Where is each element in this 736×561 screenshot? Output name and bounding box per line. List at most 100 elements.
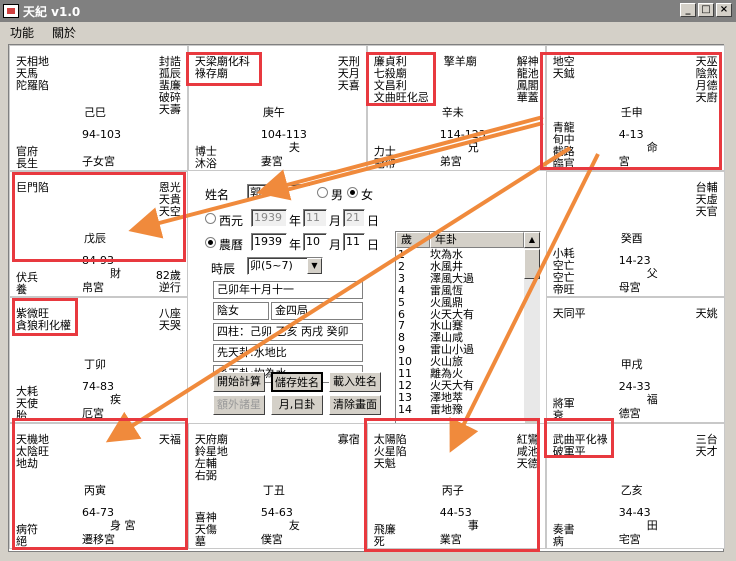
minor-star: 台輔 xyxy=(695,181,718,194)
minor-star: 天福 xyxy=(158,433,181,446)
lunar-radio[interactable] xyxy=(205,237,216,248)
close-button[interactable]: × xyxy=(716,3,732,17)
age-range: 104-113 xyxy=(260,128,307,141)
chevron-down-icon[interactable]: ▼ xyxy=(307,258,322,274)
western-radio[interactable] xyxy=(205,213,216,224)
main-star: 太陽陷 xyxy=(373,433,407,446)
calculate-button[interactable]: 開始計算 xyxy=(213,372,265,392)
house-label: 宅宮 xyxy=(618,533,641,546)
female-radio[interactable] xyxy=(347,187,358,198)
spirit-label: 將軍 xyxy=(552,397,575,410)
lunar-label: 農曆 xyxy=(219,238,244,252)
male-radio[interactable] xyxy=(317,187,328,198)
list-item[interactable]: 14 雷地豫 xyxy=(398,403,463,416)
main-star: 武曲平化祿 xyxy=(552,433,608,446)
spirit-label: 沐浴 xyxy=(194,157,217,170)
app-icon xyxy=(3,4,19,18)
minimize-button[interactable]: _ xyxy=(680,3,696,17)
house-label: 母宮 xyxy=(618,281,641,294)
palace-丁卯: 紫微旺 貪狼利化權 八座 天哭 丁卯 74-83 大耗 天使胎 厄宮疾 xyxy=(9,297,188,423)
minor-star: 咸池 xyxy=(516,445,539,458)
minor-star: 孤辰 xyxy=(158,67,181,80)
extra-stars-button[interactable]: 額外諸星 xyxy=(213,395,265,415)
western-day-input[interactable]: 21 xyxy=(343,209,365,227)
minor-star: 天月 xyxy=(337,67,360,80)
minor-star: 天貴 xyxy=(158,193,181,206)
main-star: 貪狼利化權 xyxy=(16,319,71,332)
palace-戊辰: 巨門陷 恩光 天貴 天空 戊辰 84-93 伏兵養 帛宮財 82歲 逆行 xyxy=(9,171,188,297)
minor-star: 破碎 xyxy=(158,91,181,104)
main-star: 文昌利 xyxy=(373,79,407,92)
age-range: 114-123 xyxy=(439,128,486,141)
scroll-up-icon[interactable]: ▲ xyxy=(524,232,540,248)
house-prefix: 夫 xyxy=(288,141,300,154)
main-star: 天鉞 xyxy=(552,67,575,80)
palace-辛未: 廉貞利 七殺廟 文昌利 文曲旺化忌 擎羊廟 解神 龍池 鳳閣 華蓋 辛未 114-123 力士 冠帶 弟宮… xyxy=(366,45,546,171)
house-prefix: 福 xyxy=(646,393,658,406)
hexagram-header[interactable]: 年卦 xyxy=(430,232,524,248)
maximize-button[interactable]: □ xyxy=(698,3,714,17)
minor-star: 天巫 xyxy=(695,55,718,68)
spirit-label: 官府 xyxy=(16,145,38,158)
spirit-label: 博士 xyxy=(194,145,217,158)
minor-star: 陰煞 xyxy=(695,67,718,80)
scroll-thumb[interactable] xyxy=(524,249,540,279)
lunar-year-input[interactable]: 1939 xyxy=(251,233,287,251)
spirit-label: 飛廉 xyxy=(373,523,396,536)
menu-bar: 功能 關於 xyxy=(0,22,736,42)
menu-about[interactable]: 關於 xyxy=(52,24,76,41)
list-scrollbar[interactable]: ▲ ▼ xyxy=(524,232,540,436)
hexagram-list[interactable]: 歲 年卦 ▲ ▼ 1坎為水2水風井3澤風大過4雷風恆5火風鼎6火天大有7水山蹇8… xyxy=(395,231,541,437)
western-label: 西元 xyxy=(219,214,244,228)
palace-庚午: 天梁廟化科 祿存廟 天刑 天月 天喜 庚午 104-113 博士 沐浴 妻宮夫 xyxy=(187,45,367,171)
palace-甲戌: 天同平 天姚 甲戌 24-33 將軍衰 德宮福 xyxy=(545,297,725,423)
lunar-day-input[interactable]: 11 xyxy=(343,233,365,251)
hour-select[interactable]: 卯(5~7) ▼ xyxy=(247,257,323,275)
element-text: 金四局 xyxy=(271,302,363,320)
save-name-button[interactable]: 儲存姓名 xyxy=(271,372,323,392)
name-input[interactable]: 郭 xyxy=(247,184,311,202)
house-label: 遷移宮 xyxy=(82,533,115,546)
house-prefix: 身 宮 xyxy=(110,519,136,532)
minor-star: 天廚 xyxy=(695,91,718,104)
month-day-hexagram-button[interactable]: 月,日卦 xyxy=(271,395,323,415)
minor-star: 天喜 xyxy=(337,79,360,92)
main-star: 天相地 xyxy=(16,55,49,68)
minor-star: 天壽 xyxy=(158,103,181,116)
age-header[interactable]: 歲 xyxy=(396,232,430,248)
house-prefix: 疾 xyxy=(110,393,121,406)
menu-function[interactable]: 功能 xyxy=(10,24,34,41)
spirit-label: 空亡 xyxy=(552,271,575,284)
minor-star: 蜚廉 xyxy=(158,79,181,92)
main-star: 太陰旺 xyxy=(16,445,49,458)
main-star: 天機地 xyxy=(16,433,49,446)
month-unit: 月 xyxy=(329,214,342,228)
age-range: 94-103 xyxy=(82,128,121,141)
load-name-button[interactable]: 載入姓名 xyxy=(329,372,381,392)
age-range: 84-93 xyxy=(82,254,114,267)
minor-star: 恩光 xyxy=(158,181,181,194)
western-month-input[interactable]: 11 xyxy=(303,209,327,227)
branch-label: 壬申 xyxy=(620,106,643,119)
house-prefix: 命 xyxy=(646,141,658,154)
spirit-label: 病符 xyxy=(16,523,38,536)
age-range: 24-33 xyxy=(618,380,651,393)
palace-丁丑: 天府廟 鈴星地 左輔 右弼 寡宿 丁丑 54-63 喜神 天傷墓 僕宮友 xyxy=(187,423,367,549)
spirit-label: 截路 xyxy=(552,145,575,158)
spirit-label: 青龍 xyxy=(552,121,575,134)
main-star: 文曲旺化忌 xyxy=(373,91,429,104)
spirit-label: 天傷 xyxy=(194,523,217,536)
hour-select-value: 卯(5~7) xyxy=(250,259,293,272)
main-star: 地劫 xyxy=(16,457,38,470)
branch-label: 戊辰 xyxy=(84,232,106,245)
branch-label: 甲戌 xyxy=(620,358,643,371)
main-star: 火星陷 xyxy=(373,445,407,458)
palace-乙亥: 武曲平化祿 破軍平 三台 天才 乙亥 34-43 奏書病 宅宮田 xyxy=(545,423,725,549)
minor-star: 天哭 xyxy=(158,319,181,332)
branch-label: 庚午 xyxy=(262,106,285,119)
main-star: 天梁廟化科 xyxy=(194,55,250,68)
lunar-month-input[interactable]: 10 xyxy=(303,233,327,251)
western-year-input[interactable]: 1939 xyxy=(251,209,287,227)
clear-screen-button[interactable]: 清除畫面 xyxy=(329,395,381,415)
minor-star: 天刑 xyxy=(337,55,360,68)
